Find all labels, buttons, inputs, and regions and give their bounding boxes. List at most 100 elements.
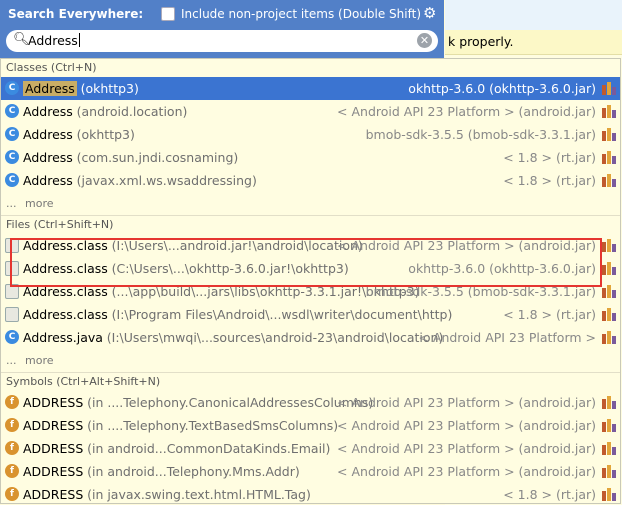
ellipsis-icon: ... bbox=[6, 354, 17, 367]
library-icon bbox=[601, 307, 617, 321]
result-row[interactable]: C Address (com.sun.jndi.cosnaming) < 1.8 >… bbox=[1, 146, 620, 169]
file-icon bbox=[5, 307, 19, 322]
result-library: < Android API 23 Platform > (android.jar… bbox=[337, 238, 596, 253]
result-library: < 1.8 > (rt.jar) bbox=[503, 173, 596, 188]
search-input[interactable]: 🔍︎ Address ✕ bbox=[6, 30, 438, 52]
library-icon bbox=[601, 487, 617, 501]
more-link[interactable]: ... more bbox=[1, 349, 620, 372]
text-caret bbox=[78, 33, 80, 47]
file-icon bbox=[5, 261, 19, 276]
result-location: (I:\Users\mwqi\...sources\android-23\and… bbox=[106, 330, 444, 345]
result-name: Address bbox=[23, 104, 73, 119]
section-header: Classes (Ctrl+N) bbox=[6, 61, 97, 74]
result-row[interactable]: f ADDRESS (in android...Telephony.Mms.Add… bbox=[1, 460, 620, 483]
symbol-icon: f bbox=[5, 464, 19, 478]
result-location: (com.sun.jndi.cosnaming) bbox=[76, 150, 239, 165]
result-row[interactable]: C Address (okhttp3) okhttp-3.6.0 (okhttp-3… bbox=[1, 77, 620, 100]
search-bar: 🔍︎ Address ✕ bbox=[0, 28, 444, 58]
result-location: (in ....Telephony.TextBasedSmsColumns) bbox=[87, 418, 339, 433]
more-label[interactable]: more bbox=[25, 354, 54, 367]
result-library: < 1.8 > (rt.jar) bbox=[503, 150, 596, 165]
file-icon bbox=[5, 238, 19, 253]
result-name: Address.class bbox=[23, 307, 108, 322]
search-input-value[interactable]: Address bbox=[28, 33, 78, 48]
result-library: < Android API 23 Platform > (android.jar… bbox=[337, 104, 596, 119]
search-everywhere-header: Search Everywhere: Include non-project i… bbox=[0, 0, 444, 28]
result-row[interactable]: C Address (android.location) < Android API… bbox=[1, 100, 620, 123]
library-icon bbox=[601, 464, 617, 478]
symbol-icon: f bbox=[5, 418, 19, 432]
result-location: (okhttp3) bbox=[80, 81, 139, 96]
result-name: ADDRESS bbox=[23, 418, 84, 433]
result-row[interactable]: f ADDRESS (in android...CommonDataKinds.E… bbox=[1, 437, 620, 460]
result-name: Address bbox=[23, 127, 73, 142]
result-library: < 1.8 > (rt.jar) bbox=[503, 307, 596, 322]
result-library: < Android API 23 Platform > (android.jar… bbox=[337, 418, 596, 433]
result-library: < Android API 23 Platform > bbox=[418, 330, 596, 345]
library-icon bbox=[601, 150, 617, 164]
class-icon: C bbox=[5, 173, 19, 187]
result-name: Address bbox=[23, 173, 73, 188]
background-notice-text: k properly. bbox=[448, 34, 514, 49]
popup-title: Search Everywhere: bbox=[8, 7, 144, 21]
library-icon bbox=[601, 173, 617, 187]
result-library: < Android API 23 Platform > (android.jar… bbox=[337, 395, 596, 410]
include-non-project-label[interactable]: Include non-project items (Double Shift) bbox=[181, 7, 421, 21]
result-location: (I:\Users\...android.jar!\android\locati… bbox=[111, 238, 363, 253]
result-location: (I:\Program Files\Android\...wsdl\writer… bbox=[111, 307, 453, 322]
symbol-icon: f bbox=[5, 441, 19, 455]
result-row[interactable]: Address.class (...\app\build\...jars\lib… bbox=[1, 280, 620, 303]
result-location: (in ....Telephony.CanonicalAddressesColu… bbox=[87, 395, 374, 410]
library-icon bbox=[601, 418, 617, 432]
class-icon: C bbox=[5, 330, 19, 344]
file-icon bbox=[5, 284, 19, 299]
result-location: (in android...Telephony.Mms.Addr) bbox=[87, 464, 300, 479]
result-row[interactable]: C Address (javax.xml.ws.wsaddressing) < 1.… bbox=[1, 169, 620, 192]
class-icon: C bbox=[5, 81, 19, 95]
result-row[interactable]: C Address (okhttp3) bmob-sdk-3.5.5 (bmob-s… bbox=[1, 123, 620, 146]
result-row[interactable]: C Address.java (I:\Users\mwqi\...sources\… bbox=[1, 326, 620, 349]
class-icon: C bbox=[5, 150, 19, 164]
result-row[interactable]: Address.class (I:\Users\...android.jar!\… bbox=[1, 234, 620, 257]
result-library: < Android API 23 Platform > (android.jar… bbox=[337, 441, 596, 456]
result-name: Address bbox=[23, 81, 77, 96]
result-library: bmob-sdk-3.5.5 (bmob-sdk-3.3.1.jar) bbox=[365, 284, 596, 299]
library-icon bbox=[601, 127, 617, 141]
library-icon bbox=[601, 441, 617, 455]
result-name: Address bbox=[23, 150, 73, 165]
result-row[interactable]: f ADDRESS (in ....Telephony.CanonicalAddr… bbox=[1, 391, 620, 414]
more-link[interactable]: ... more bbox=[1, 192, 620, 215]
result-row[interactable]: f ADDRESS (in ....Telephony.TextBasedSmsC… bbox=[1, 414, 620, 437]
library-icon bbox=[601, 330, 617, 344]
result-row[interactable]: Address.class (I:\Program Files\Android\… bbox=[1, 303, 620, 326]
result-library: < 1.8 > (rt.jar) bbox=[503, 487, 596, 502]
result-location: (javax.xml.ws.wsaddressing) bbox=[76, 173, 257, 188]
result-name: ADDRESS bbox=[23, 395, 84, 410]
library-icon bbox=[601, 238, 617, 252]
result-location: (C:\Users\...\okhttp-3.6.0.jar!\okhttp3) bbox=[111, 261, 349, 276]
library-icon bbox=[601, 104, 617, 118]
result-library: < Android API 23 Platform > (android.jar… bbox=[337, 464, 596, 479]
result-location: (in android...CommonDataKinds.Email) bbox=[87, 441, 331, 456]
section-header: Files (Ctrl+Shift+N) bbox=[1, 215, 620, 234]
result-name: Address.class bbox=[23, 261, 108, 276]
library-icon bbox=[601, 81, 617, 95]
include-non-project-checkbox[interactable] bbox=[161, 7, 175, 21]
background-notice: k properly. bbox=[445, 30, 622, 55]
result-name: Address.java bbox=[23, 330, 103, 345]
result-row[interactable]: f ADDRESS (in javax.swing.text.html.HTML.… bbox=[1, 483, 620, 503]
more-label[interactable]: more bbox=[25, 197, 54, 210]
result-name: ADDRESS bbox=[23, 441, 84, 456]
background-strip bbox=[445, 0, 622, 30]
clear-search-icon[interactable]: ✕ bbox=[417, 33, 432, 48]
result-library: bmob-sdk-3.5.5 (bmob-sdk-3.3.1.jar) bbox=[365, 127, 596, 142]
result-location: (okhttp3) bbox=[76, 127, 135, 142]
gear-icon[interactable]: ⚙ bbox=[423, 4, 436, 22]
result-name: ADDRESS bbox=[23, 487, 84, 502]
result-row[interactable]: Address.class (C:\Users\...\okhttp-3.6.0… bbox=[1, 257, 620, 280]
result-name: ADDRESS bbox=[23, 464, 84, 479]
library-icon bbox=[601, 284, 617, 298]
class-icon: C bbox=[5, 127, 19, 141]
section-header: Symbols (Ctrl+Alt+Shift+N) bbox=[1, 372, 620, 391]
symbol-icon: f bbox=[5, 395, 19, 409]
